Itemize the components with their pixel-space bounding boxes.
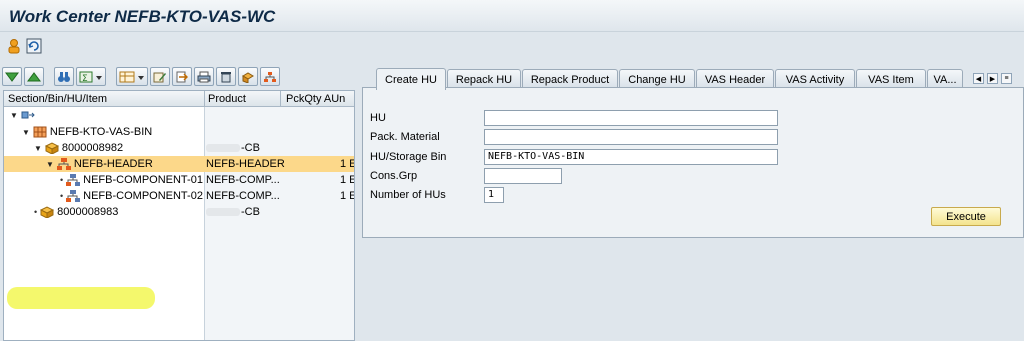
hu-label: HU: [370, 112, 386, 124]
transfer-icon: [176, 71, 188, 82]
tab-vas-activity[interactable]: VAS Activity: [775, 69, 855, 89]
column-header-product[interactable]: Product: [208, 93, 246, 105]
application-toolbar: [0, 33, 1024, 59]
product-cell: NEFB-COMP...: [206, 190, 280, 202]
tab-va-more[interactable]: VA...: [927, 69, 963, 89]
tree-row[interactable]: ▼: [4, 108, 354, 124]
product-cell: -CB: [206, 142, 260, 154]
tree-node-label: 8000008982: [61, 142, 124, 154]
pencil-icon: [153, 72, 166, 82]
expand-toggle-icon[interactable]: ▼: [10, 111, 18, 120]
sum-menu-button[interactable]: Σ: [76, 67, 106, 86]
tree-row[interactable]: • NEFB-COMPONENT-02 NEFB-COMP... 1 E: [4, 188, 354, 204]
hu-tree: Section/Bin/HU/Item Product PckQty AUn ▼…: [3, 90, 355, 341]
print-button[interactable]: [194, 67, 214, 86]
collapse-all-button[interactable]: [24, 67, 44, 86]
transfer-button[interactable]: [172, 67, 192, 86]
printer-icon: [197, 71, 211, 82]
trash-icon: [221, 71, 231, 82]
tab-repack-hu[interactable]: Repack HU: [447, 69, 521, 89]
grid-layout-icon: [119, 71, 144, 82]
product-cell: NEFB-HEADER: [206, 158, 285, 170]
expand-toggle-icon[interactable]: ▼: [34, 144, 42, 153]
pack-button[interactable]: [238, 67, 258, 86]
tree-toolbar: Σ: [2, 65, 354, 89]
tree-node-label: NEFB-COMPONENT-01: [83, 174, 203, 186]
person-icon[interactable]: [6, 38, 22, 54]
tree-row[interactable]: • NEFB-COMPONENT-01 NEFB-COMP... 1 E: [4, 172, 354, 188]
product-cell: NEFB-COMP...: [206, 174, 280, 186]
qty-cell: 1 E: [340, 158, 355, 170]
tree-row[interactable]: • 8000008983 -CB: [4, 204, 354, 220]
tab-create-hu[interactable]: Create HU: [376, 68, 446, 90]
highlight-marker: [7, 287, 155, 309]
kit-component-icon: [66, 174, 81, 186]
hu-field[interactable]: [484, 110, 778, 126]
tab-strip: Create HU Repack HU Repack Product Chang…: [362, 68, 1024, 90]
execute-button[interactable]: Execute: [931, 207, 1001, 226]
qty-cell: 1 E: [340, 174, 355, 186]
box-hand-icon: [242, 71, 254, 83]
cons-grp-label: Cons.Grp: [370, 170, 418, 182]
find-button[interactable]: [54, 67, 74, 86]
number-of-hus-label: Number of HUs: [370, 189, 446, 201]
pack-material-field[interactable]: [484, 129, 778, 145]
refresh-icon[interactable]: [26, 38, 42, 54]
tab-repack-product[interactable]: Repack Product: [522, 69, 618, 89]
column-header-pckqty[interactable]: PckQty AUn: [286, 93, 345, 105]
kit-header-icon: [56, 158, 71, 170]
window-title: Work Center NEFB-KTO-VAS-WC: [9, 7, 276, 26]
svg-text:Σ: Σ: [82, 74, 88, 83]
cons-grp-field[interactable]: [484, 168, 562, 184]
hierarchy-icon: [264, 71, 276, 82]
collapse-all-icon: [27, 71, 41, 81]
delete-button[interactable]: [216, 67, 236, 86]
handling-unit-icon: [44, 142, 59, 154]
tab-scroll-right-icon[interactable]: ▶: [987, 73, 998, 84]
handling-unit-icon: [40, 206, 55, 218]
expand-all-icon: [5, 72, 19, 82]
layout-menu-button[interactable]: [116, 67, 148, 86]
expand-all-button[interactable]: [2, 67, 22, 86]
product-cell: -CB: [206, 206, 260, 218]
qty-cell: 1 E: [340, 190, 355, 202]
create-hu-panel: HU Pack. Material HU/Storage Bin NEFB-KT…: [362, 87, 1024, 238]
tree-row-selected[interactable]: ▼ NEFB-HEADER NEFB-HEADER 1 E: [4, 156, 354, 172]
tree-row[interactable]: ▼ NEFB-KTO-VAS-BIN: [4, 124, 354, 140]
pack-material-label: Pack. Material: [370, 131, 440, 143]
tab-list-icon[interactable]: ≡: [1001, 73, 1012, 84]
expand-toggle-icon[interactable]: ▼: [46, 160, 54, 169]
edit-button[interactable]: [150, 67, 170, 86]
tree-node-label: 8000008983: [57, 206, 119, 218]
sum-icon: Σ: [79, 71, 102, 83]
work-area: Create HU Repack HU Repack Product Chang…: [362, 66, 1024, 238]
kit-component-icon: [66, 190, 81, 202]
tree-node-label: NEFB-KTO-VAS-BIN: [49, 126, 153, 138]
expand-toggle-icon[interactable]: ▼: [22, 128, 30, 137]
number-of-hus-field[interactable]: 1: [484, 187, 504, 203]
hierarchy-button[interactable]: [260, 67, 280, 86]
tree-header: Section/Bin/HU/Item Product PckQty AUn: [4, 91, 354, 107]
tree-row[interactable]: ▼ 8000008982 -CB: [4, 140, 354, 156]
tab-vas-header[interactable]: VAS Header: [696, 69, 774, 89]
tab-vas-item[interactable]: VAS Item: [856, 69, 926, 89]
storage-bin-label: HU/Storage Bin: [370, 151, 447, 163]
storage-bin-field[interactable]: NEFB-KTO-VAS-BIN: [484, 149, 778, 165]
binoculars-icon: [58, 71, 70, 82]
tab-change-hu[interactable]: Change HU: [619, 69, 695, 89]
section-icon: [21, 111, 35, 119]
title-bar: Work Center NEFB-KTO-VAS-WC: [0, 0, 1024, 32]
tree-node-label: NEFB-COMPONENT-02: [83, 190, 203, 202]
tree-node-label: NEFB-HEADER: [73, 158, 153, 170]
tab-scroll-left-icon[interactable]: ◀: [973, 73, 984, 84]
column-header-section[interactable]: Section/Bin/HU/Item: [8, 93, 107, 105]
storage-bin-icon: [33, 126, 47, 138]
